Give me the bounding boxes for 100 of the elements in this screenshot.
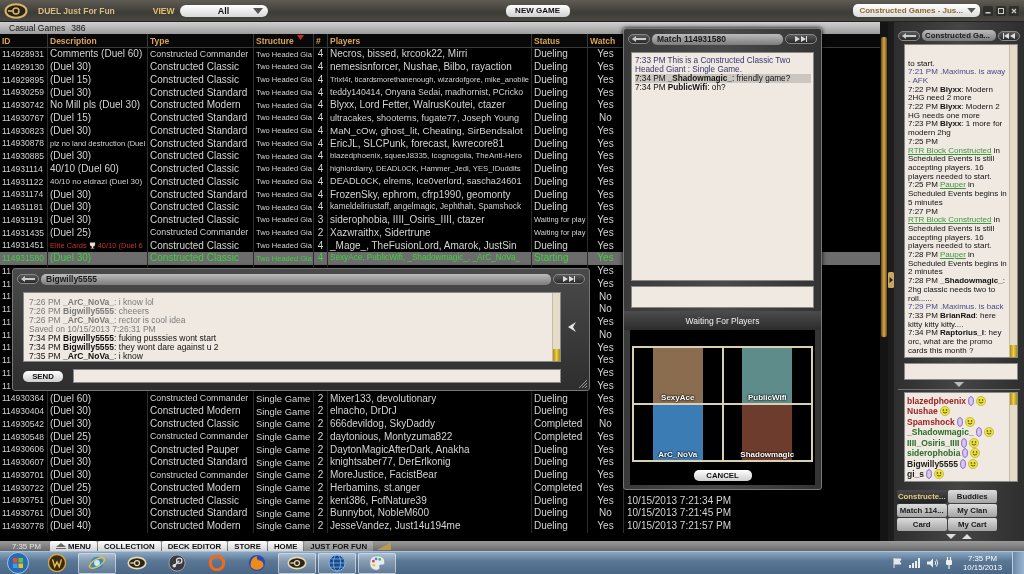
emblem-icon — [48, 554, 66, 572]
table-cell: Dueling — [534, 521, 568, 532]
user-name[interactable]: gi_s — [907, 469, 924, 480]
user-name[interactable]: Nushae — [907, 406, 938, 417]
table-cell: Single Game — [256, 508, 311, 519]
chat-message: 7:26 PM _ArC_NoVa_: rector is cool idea — [29, 316, 187, 325]
resize-grip-icon[interactable] — [579, 380, 587, 388]
table-cell: JesseVandez, Just14u194me — [330, 521, 461, 532]
table-cell: 2 — [317, 470, 324, 481]
signal-icon[interactable] — [908, 558, 921, 568]
column-header[interactable]: # — [316, 35, 321, 46]
flag-icon[interactable] — [892, 558, 903, 568]
table-cell: (Duel 30) — [50, 151, 92, 162]
maximize-icon[interactable] — [996, 5, 1006, 16]
smiley-icon — [976, 395, 987, 406]
table-cell: Dueling — [534, 406, 568, 417]
table-cell: 11 — [2, 330, 11, 340]
table-cell: Dueling — [534, 176, 568, 187]
fast-forward-icon — [563, 276, 575, 282]
table-cell: 4 — [317, 202, 324, 213]
message-input[interactable] — [904, 363, 1018, 381]
smiley-icon — [969, 437, 980, 448]
table-cell: 40/10 no eldrazi (Duel 30) — [50, 177, 143, 186]
table-cell: (Duel 30) — [50, 215, 92, 226]
back-button[interactable] — [898, 30, 920, 41]
message-input[interactable] — [631, 286, 814, 308]
ring-icon — [208, 554, 226, 572]
table-cell: Yes — [597, 342, 614, 353]
scrollbar-thumb[interactable] — [881, 37, 887, 337]
ring-logo-icon — [287, 556, 307, 570]
down-arrow-icon[interactable] — [946, 533, 956, 539]
table-cell: Constructed Modern — [150, 521, 241, 532]
new-game-button[interactable]: NEW GAME — [505, 4, 570, 17]
table-cell: Yes — [597, 164, 614, 175]
user-name[interactable]: _Shadowmagic_ — [907, 427, 974, 438]
user-name[interactable]: blazedphoenix — [907, 395, 967, 406]
close-icon[interactable] — [1009, 5, 1019, 16]
table-cell: (Duel 30) — [50, 508, 92, 519]
channel-dropdown[interactable]: Constructed Games - Jus... — [853, 4, 980, 17]
back-button[interactable] — [17, 274, 39, 284]
orb-icon — [7, 552, 29, 574]
table-cell: Dueling — [534, 189, 568, 200]
table-cell: Single Game — [256, 457, 311, 468]
column-header[interactable]: ID — [2, 35, 11, 46]
table-cell: Constructed Standard — [150, 87, 248, 98]
column-header[interactable]: Type — [150, 35, 170, 46]
table-cell: 10/15/2013 7:21:45 PM — [627, 508, 731, 519]
arrow-icon[interactable] — [568, 322, 576, 332]
taskbar-button[interactable] — [318, 552, 356, 574]
user-name[interactable]: Spamshock — [907, 416, 955, 427]
plug-icon[interactable] — [944, 557, 953, 569]
column-header[interactable]: Structure — [256, 35, 304, 46]
chat-message: 7:28 PM _Shadowmagic_: 2hg classic needs two to roll...... — [908, 277, 1006, 304]
table-cell: Dueling — [534, 125, 568, 136]
table-cell: Yes — [597, 227, 614, 238]
table-cell: Dueling — [534, 240, 568, 251]
table-cell: Yes — [597, 253, 614, 264]
chat-message: 7:35 PM _ArC_NoVa_: i know — [29, 352, 144, 361]
user-name[interactable]: siderophobia — [907, 448, 961, 459]
table-cell: 114930701 — [2, 470, 44, 480]
table-cell: Constructed Classic — [150, 62, 239, 73]
view-dropdown[interactable]: All — [179, 4, 268, 17]
table-cell: 114931114 — [2, 164, 43, 174]
match-title: Match 114931580 — [652, 33, 783, 45]
table-cell: 114930542 — [2, 419, 44, 429]
user-name[interactable]: Bigwilly5555 — [907, 458, 959, 469]
taskbar-button[interactable] — [278, 552, 316, 574]
smiley-icon — [970, 448, 981, 459]
table-cell: 2 — [317, 227, 324, 238]
scrollbar-thumb[interactable] — [1010, 393, 1017, 406]
orbit-icon — [88, 554, 106, 572]
chat-message: 7:33 PM BrianRad: here kitty kitty kitty.... — [908, 311, 998, 329]
minimize-icon[interactable] — [983, 5, 993, 16]
scrollbar-thumb[interactable] — [1010, 345, 1017, 358]
scrollbar-thumb[interactable] — [553, 349, 560, 361]
chat-message: 7:34 PM Raptorius_I: hey orc, what are the promo cards this month ? — [908, 329, 1003, 356]
column-header[interactable]: Players — [330, 35, 361, 46]
table-cell: Constructed Classic — [150, 74, 239, 85]
table-cell: EricJL, SLCPunk, forecast, kwrecore81 — [330, 138, 504, 149]
table-cell: Constructed Standard — [150, 113, 248, 124]
speaker-icon[interactable] — [926, 558, 939, 568]
table-cell: Yes — [597, 406, 614, 417]
user-name[interactable]: IIII_Osiris_IIII — [907, 437, 960, 448]
table-cell: Yes — [597, 240, 614, 251]
table-cell: 114931580 — [2, 254, 44, 263]
message-input[interactable] — [73, 369, 561, 383]
up-arrow-icon[interactable] — [962, 533, 972, 539]
forward-button[interactable] — [785, 34, 817, 44]
forward-button[interactable] — [553, 274, 585, 284]
column-header[interactable]: Description — [50, 35, 97, 46]
table-cell: (Duel 30) — [50, 470, 92, 481]
back-button[interactable] — [628, 34, 650, 44]
table-cell: 4 — [317, 125, 324, 136]
column-header[interactable]: Status — [534, 35, 560, 46]
table-cell: Constructed Modern — [150, 100, 241, 111]
table-cell: 4 — [317, 62, 324, 73]
column-header[interactable]: Watch — [590, 35, 616, 46]
rewind-button[interactable] — [998, 30, 1020, 41]
caret-icon — [252, 7, 263, 14]
table-cell: 114930885 — [2, 152, 44, 161]
